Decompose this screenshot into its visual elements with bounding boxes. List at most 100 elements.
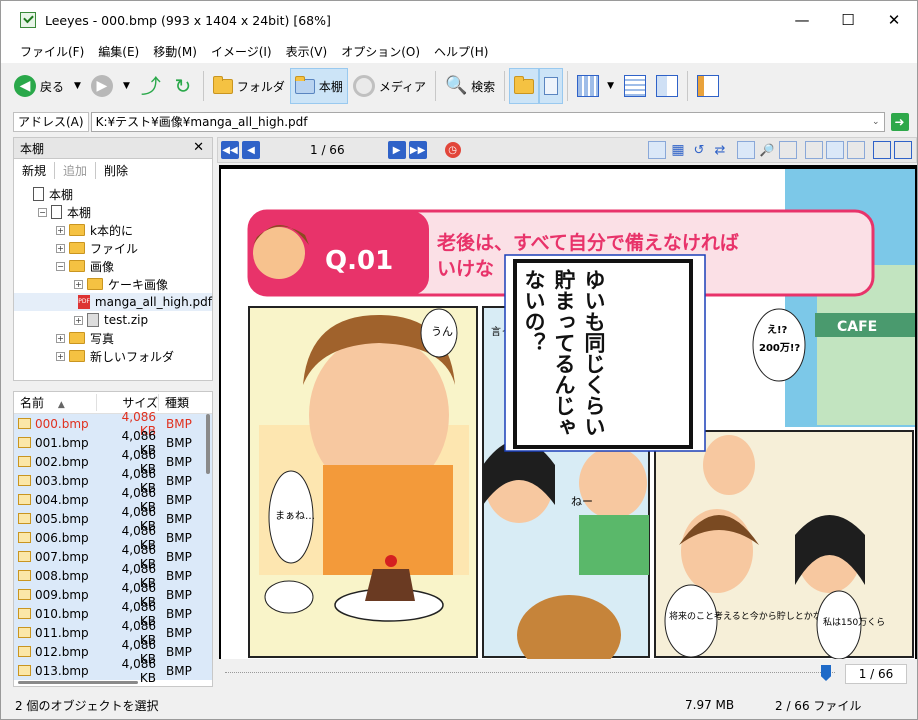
cafe-sign-text: CAFE [837, 319, 877, 335]
folder-button[interactable]: フォルダ [208, 68, 290, 104]
expand-icon[interactable]: + [56, 333, 65, 343]
close-button[interactable]: ✕ [871, 1, 917, 39]
file-row[interactable]: 013.bmp 4,086 KB BMP [14, 657, 212, 685]
view-dropdown-icon[interactable]: ▼ [607, 81, 614, 91]
bmp-file-icon [18, 646, 31, 657]
status-size: 7.97 MB [685, 698, 735, 712]
bookshelf-actions: 新規 追加 削除 [13, 159, 213, 181]
forward-button[interactable]: ▶ ▼ [86, 68, 135, 104]
tree-item[interactable]: − 画像 [14, 257, 212, 275]
file-list[interactable]: 名前 ▲ サイズ 種類 000.bmp 4,086 KB BMP 001.bmp 4,0… [13, 391, 213, 687]
minimize-button[interactable]: — [779, 1, 825, 39]
pane-close-icon[interactable]: ✕ [193, 140, 204, 155]
menu-move[interactable]: 移動(M) [153, 43, 197, 60]
file-name: 007.bmp [35, 549, 89, 564]
menu-options[interactable]: オプション(O) [341, 43, 420, 60]
fit-width-icon[interactable] [737, 141, 755, 159]
slideshow-icon[interactable]: ◷ [444, 142, 461, 158]
refresh-button[interactable]: ↻ [167, 68, 199, 104]
expand-icon[interactable]: + [74, 315, 83, 325]
collapse-icon[interactable]: − [56, 261, 65, 271]
image-viewer[interactable]: CAFE Q.01 老後は、すべて自分で備えなければ いけな うん まぁね… ね… [219, 165, 917, 659]
next-page-icon[interactable]: ▶ [387, 141, 406, 159]
fullscreen-icon[interactable] [894, 141, 912, 159]
single-page-icon[interactable] [805, 141, 823, 159]
title-bar[interactable]: Leeyes - 000.bmp (993 x 1404 x 24bit) [6… [1, 1, 917, 39]
forward-arrow-icon: ▶ [90, 75, 113, 97]
last-page-icon[interactable]: ▶▶ [408, 141, 427, 159]
bubble-watashi-text: 私は150万くら [823, 617, 885, 628]
file-list-scrollbar[interactable] [206, 414, 210, 474]
menu-view[interactable]: 表示(V) [286, 43, 328, 60]
tree-item[interactable]: + ケーキ画像 [14, 275, 212, 293]
file-type: BMP [166, 663, 192, 678]
thumbnail-view-button[interactable]: ▼ [572, 68, 619, 104]
folder-icon [212, 75, 233, 94]
slider-thumb[interactable] [821, 665, 831, 681]
tree-item[interactable]: + ファイル [14, 239, 212, 257]
window-mode-icon[interactable] [873, 141, 891, 159]
media-button[interactable]: メディア [348, 68, 431, 104]
file-name: 002.bmp [35, 454, 89, 469]
page-slider[interactable]: 1 / 66 [217, 661, 917, 687]
bookshelf-tree[interactable]: 本棚 − 本棚 + k本的に + ファイル − 画像 + ケーキ画像 PDF manga_all_hig… [13, 181, 213, 381]
bookshelf-button[interactable]: 本棚 [289, 68, 348, 104]
flip-icon[interactable]: ⇄ [711, 141, 729, 159]
back-dropdown-icon[interactable]: ▼ [74, 81, 81, 91]
column-size[interactable]: サイズ [96, 394, 158, 411]
tree-item[interactable]: + 写真 [14, 329, 212, 347]
expand-icon[interactable]: + [56, 225, 65, 235]
tree-item[interactable]: + 新しいフォルダ [14, 347, 212, 365]
actual-size-icon[interactable] [779, 141, 797, 159]
layout-button[interactable] [651, 68, 683, 104]
bookshelf-pane-header: 本棚 ✕ [13, 137, 213, 159]
menu-edit[interactable]: 編集(E) [98, 43, 139, 60]
address-dropdown-icon[interactable]: ⌄ [872, 113, 880, 131]
slider-track[interactable] [225, 672, 835, 674]
column-name[interactable]: 名前 ▲ [14, 394, 96, 411]
bookmark-button[interactable] [692, 68, 724, 104]
fit-page-icon[interactable] [648, 141, 666, 159]
tree-item[interactable]: + k本的に [14, 221, 212, 239]
first-page-icon[interactable]: ◀◀ [221, 141, 239, 159]
details-view-button[interactable] [619, 68, 651, 104]
zoom-icon[interactable]: 🔎 [758, 141, 776, 159]
menu-image[interactable]: イメージ(I) [211, 43, 272, 60]
tree-item[interactable]: 本棚 [14, 185, 212, 203]
forward-dropdown-icon[interactable]: ▼ [123, 81, 130, 91]
headline-line-1: 老後は、すべて自分で備えなければ [437, 231, 739, 254]
tree-item[interactable]: + test.zip [14, 311, 212, 329]
menu-file[interactable]: ファイル(F) [20, 43, 84, 60]
collapse-icon[interactable]: − [38, 207, 47, 217]
tree-item[interactable]: − 本棚 [14, 203, 212, 221]
up-folder-button[interactable]: ⤴ [135, 68, 167, 104]
horizontal-scrollbar[interactable] [18, 681, 138, 684]
go-arrow-icon[interactable]: ➜ [890, 113, 909, 131]
expand-icon[interactable]: + [56, 243, 65, 253]
address-input[interactable]: K:¥テスト¥画像¥manga_all_high.pdf ⌄ [90, 112, 885, 132]
copy-pane-button[interactable] [539, 68, 564, 104]
column-type[interactable]: 種類 [158, 394, 206, 411]
book-view-icon[interactable] [847, 141, 865, 159]
page-number-box[interactable]: 1 / 66 [845, 664, 907, 684]
file-type: BMP [166, 606, 192, 621]
back-button[interactable]: ◀ 戻る ▼ [9, 68, 86, 104]
up-arrow-icon: ⤴ [140, 74, 161, 98]
maximize-button[interactable]: ☐ [825, 1, 871, 39]
double-page-icon[interactable] [826, 141, 844, 159]
delete-button[interactable]: 削除 [96, 162, 136, 179]
grid-icon[interactable]: ▦ [669, 141, 687, 159]
folder-tree-toggle-button[interactable] [509, 68, 540, 104]
file-name-cell: 005.bmp [14, 512, 108, 526]
rotate-icon[interactable]: ↺ [690, 141, 708, 159]
new-button[interactable]: 新規 [14, 161, 56, 179]
media-label: メディア [378, 79, 427, 94]
add-button[interactable]: 追加 [55, 161, 97, 179]
tree-item[interactable]: PDF manga_all_high.pdf [14, 293, 212, 311]
search-button[interactable]: 🔍 検索 [440, 68, 500, 104]
expand-icon[interactable]: + [56, 351, 65, 361]
prev-page-icon[interactable]: ◀ [242, 141, 260, 159]
file-name-cell: 002.bmp [14, 455, 108, 469]
menu-help[interactable]: ヘルプ(H) [434, 43, 488, 60]
expand-icon[interactable]: + [74, 279, 83, 289]
